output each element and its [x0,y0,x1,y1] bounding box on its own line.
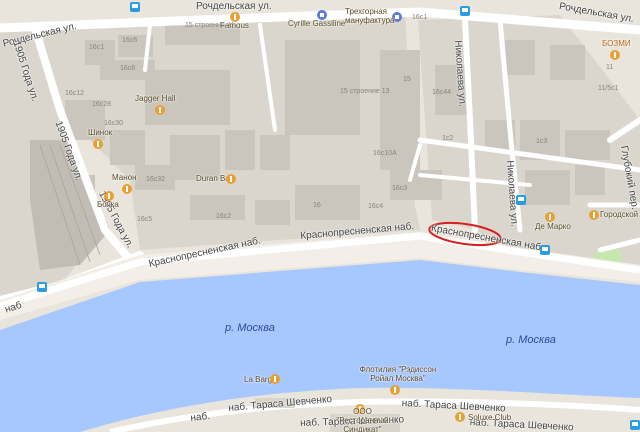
building-number: 16с12 [65,90,85,97]
poi-label[interactable]: Jagger Hall [135,95,175,103]
bus-stop-icon[interactable] [460,6,470,16]
poi-label[interactable]: ООО "Ресторанный Синдикат" [330,407,395,432]
poi-label[interactable]: Famous [220,22,249,30]
building-number: 1с2 [442,135,454,142]
bus-stop-icon[interactable] [516,195,526,205]
building-number: 16с2 [216,213,232,220]
building-number: 11 [606,64,614,71]
restaurant-icon[interactable] [610,50,620,60]
poi-label[interactable]: Бочка [97,201,119,209]
restaurant-icon[interactable] [93,139,103,149]
building-number: 16с8 [120,65,136,72]
river-label: р. Москва [225,322,275,334]
building-number: 16с3 [392,185,408,192]
bus-stop-icon[interactable] [540,245,550,255]
poi-label[interactable]: Манон [112,174,137,182]
building-number: 15 строение 13 [340,88,390,95]
building-number: 16с10А [373,150,397,157]
poi-label[interactable]: Городской ка [600,211,640,219]
restaurant-icon[interactable] [390,385,400,395]
poi-label[interactable]: Soluxe Club [468,414,511,422]
restaurant-icon[interactable] [455,412,465,422]
street-label: наб. [189,410,211,424]
building-number: 16с30 [104,120,124,127]
bus-stop-icon[interactable] [630,420,640,430]
restaurant-icon[interactable] [122,184,132,194]
building-number: 1с3 [536,138,548,145]
map-view[interactable]: Рочдельская ул. Рочдельская ул. Рочдельс… [0,0,640,432]
bus-stop-icon[interactable] [130,2,140,12]
restaurant-icon[interactable] [589,210,599,220]
restaurant-icon[interactable] [270,374,280,384]
poi-label[interactable]: БОЗМИ [602,40,631,48]
building-number: 16с6 [122,37,138,44]
poi-label[interactable]: Флотилия "Рэдиссон Ройал Москва" [358,365,438,384]
restaurant-icon[interactable] [155,105,165,115]
street-label: Рочдельская ул. [196,1,272,12]
river-label: р. Москва [506,334,556,346]
poi-label[interactable]: Шинок [88,129,112,137]
poi-label[interactable]: Трехгорная мануфактура [345,7,405,26]
building-number: 16с44 [432,89,452,96]
bus-stop-icon[interactable] [37,282,47,292]
poi-label[interactable]: Де Марко [535,223,571,231]
building-number: 11/5с1 [598,85,619,92]
building-number: 16с32 [146,176,166,183]
restaurant-icon[interactable] [545,212,555,222]
building-number: 16с4 [368,203,384,210]
map-base[interactable] [0,0,640,432]
building-number: 16с1 [412,14,428,21]
building-number: 16с5 [137,216,153,223]
restaurant-icon[interactable] [226,174,236,184]
building-number: 16с1 [89,44,105,51]
building-number: 15 [403,76,411,83]
building-number: 16с28 [92,101,112,108]
building-number: 16 [313,202,321,209]
poi-label[interactable]: Cyrille Gassiline [288,20,345,28]
